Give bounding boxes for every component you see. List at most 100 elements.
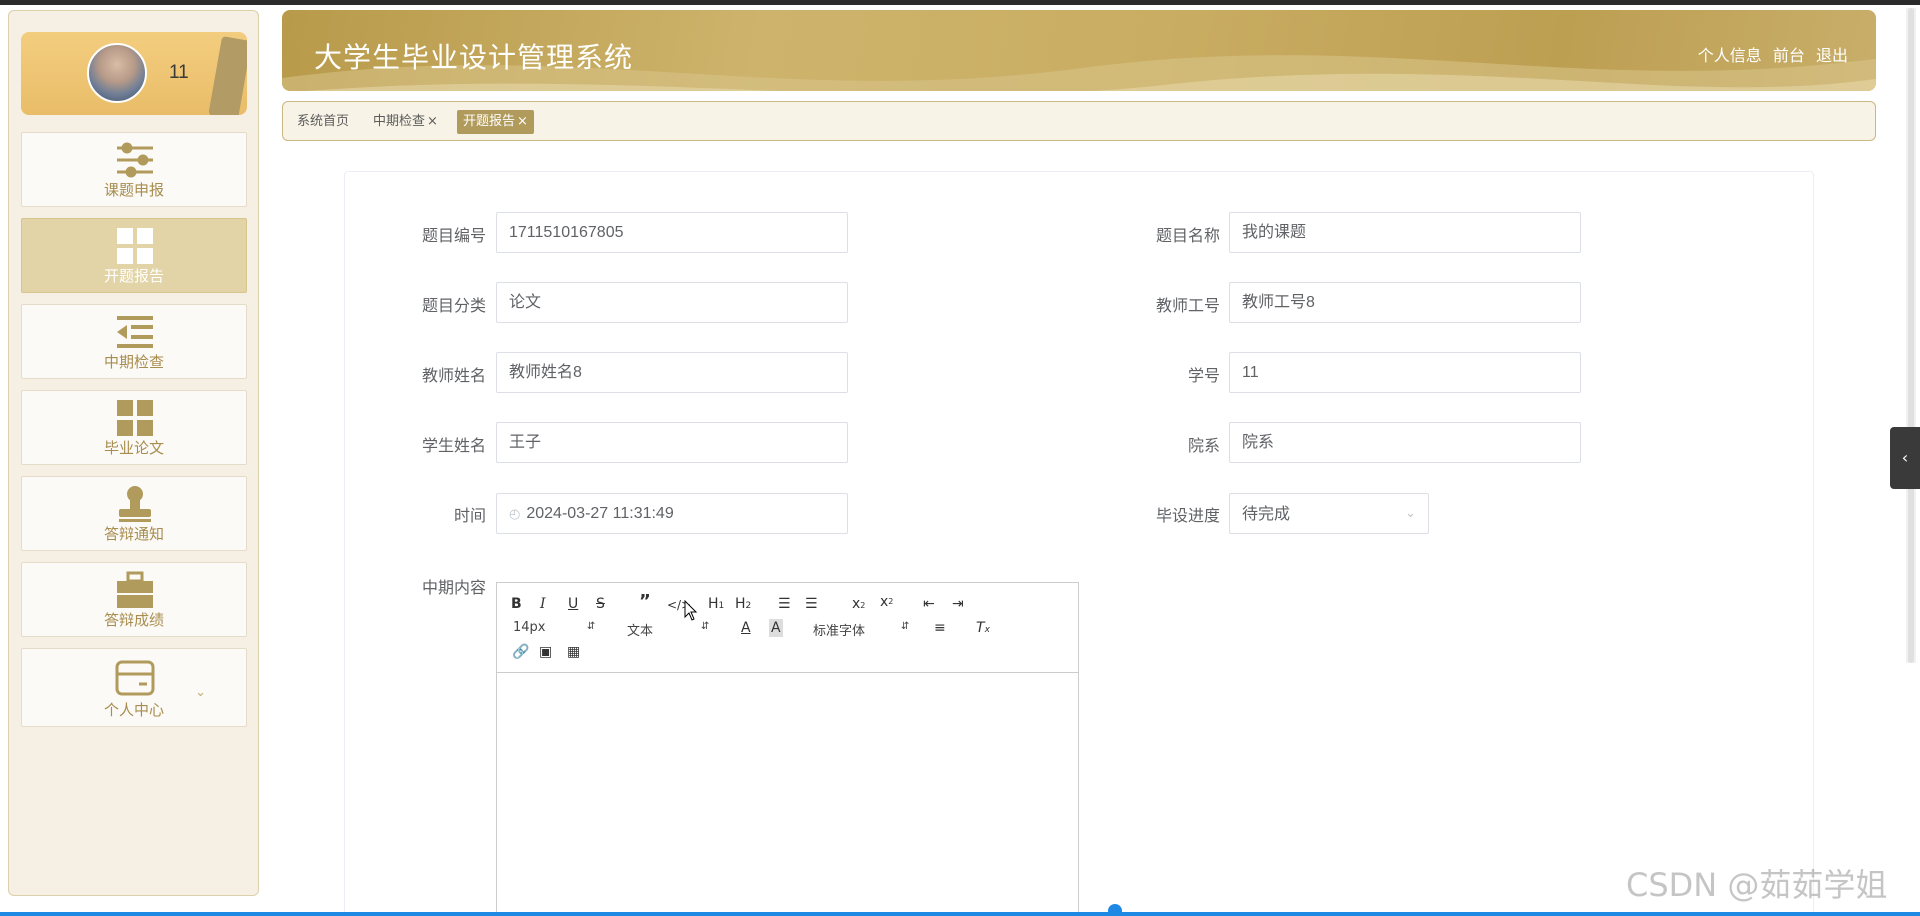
wallet-icon	[115, 660, 155, 696]
topic-no-field[interactable]: 1711510167805	[496, 212, 848, 253]
watermark: CSDN @茹茹学姐	[1626, 866, 1888, 904]
heading1-icon[interactable]: H1	[708, 595, 724, 615]
student-no-field[interactable]: 11	[1229, 352, 1581, 393]
department-label: 院系	[1187, 436, 1220, 455]
logout-link[interactable]: 退出	[1816, 46, 1848, 65]
sidebar-item-thesis[interactable]: 毕业论文	[21, 390, 247, 465]
sidebar-item-label: 个人中心	[103, 701, 164, 719]
chevron-down-icon: ⌄	[1405, 506, 1416, 521]
font-family-value: 标准字体	[813, 624, 866, 639]
sidebar-item-label: 答辩成绩	[103, 611, 164, 629]
indent-icon[interactable]: ⇥	[952, 595, 964, 613]
sidebar-item-topic-apply[interactable]: 课题申报	[21, 132, 247, 207]
briefcase-icon	[117, 571, 153, 608]
chevron-down-icon[interactable]: ⌄	[195, 685, 206, 700]
page-scrollbar[interactable]	[1906, 8, 1916, 663]
progress-select[interactable]: 待完成 ⌄	[1229, 493, 1429, 534]
user-name: 11	[169, 62, 189, 83]
sidebar-item-label: 毕业论文	[103, 439, 164, 457]
stamp-icon	[119, 486, 151, 522]
teacher-no-field[interactable]: 教师工号8	[1229, 282, 1581, 323]
bullet-list-icon[interactable]: ☰	[805, 595, 818, 613]
topic-type-field[interactable]: 论文	[496, 282, 848, 323]
select-arrows-icon: ⇵	[701, 621, 710, 632]
sidebar-item-defense-notice[interactable]: 答辩通知	[21, 476, 247, 551]
avatar[interactable]	[87, 43, 147, 103]
student-no-label: 学号	[1187, 366, 1220, 385]
editor-toolbar: B I U S ” </> H1 H2 ☰ ☰ x2 x2 ⇤ ⇥ 14px ⇵…	[497, 583, 1078, 673]
tab-midterm-check[interactable]: 中期检查 ×	[367, 110, 444, 134]
video-icon[interactable]: ▦	[567, 643, 580, 661]
outdent-icon[interactable]: ⇤	[923, 595, 935, 613]
topic-no-label: 题目编号	[421, 226, 486, 245]
sidebar-item-personal-center[interactable]: ⌄ 个人中心	[21, 648, 247, 727]
font-size-value: 14px	[513, 620, 546, 635]
align-icon[interactable]: ≡	[934, 619, 946, 637]
topic-name-label: 题目名称	[1155, 226, 1220, 245]
app-title: 大学生毕业设计管理系统	[314, 41, 634, 74]
tab-label: 中期检查	[373, 114, 426, 129]
sidebar-item-label: 答辩通知	[103, 525, 164, 543]
rich-text-editor: B I U S ” </> H1 H2 ☰ ☰ x2 x2 ⇤ ⇥ 14px ⇵…	[496, 582, 1079, 916]
frontend-link[interactable]: 前台	[1773, 46, 1805, 65]
topic-name-field[interactable]: 我的课题	[1229, 212, 1581, 253]
bold-icon[interactable]: B	[511, 595, 522, 613]
mouse-cursor-icon	[684, 600, 698, 621]
clock-icon: ◴	[509, 506, 521, 521]
ordered-list-icon[interactable]: ☰	[778, 595, 791, 613]
user-card: 11	[21, 32, 247, 115]
progress-value: 待完成	[1242, 504, 1291, 523]
image-icon[interactable]: ▣	[539, 643, 552, 661]
superscript-icon[interactable]: x2	[880, 593, 893, 611]
sidebar: 11 课题申报 开题报告 中期检查 毕业论文 答辩通知 答辩成绩 ⌄ 个人中心	[8, 10, 259, 896]
sidebar-item-label: 课题申报	[103, 181, 164, 199]
sliders-icon	[117, 142, 153, 178]
sidebar-item-label: 中期检查	[103, 353, 164, 371]
time-label: 时间	[453, 506, 486, 525]
tab-label: 开题报告	[463, 114, 516, 129]
sidebar-item-label: 开题报告	[103, 267, 164, 285]
sidebar-item-defense-score[interactable]: 答辩成绩	[21, 562, 247, 637]
header-select[interactable]: 文本 ⇵	[627, 620, 713, 639]
profile-link[interactable]: 个人信息	[1698, 46, 1762, 65]
underline-icon[interactable]: U	[568, 595, 578, 613]
time-field[interactable]: ◴ 2024-03-27 11:31:49	[496, 493, 848, 534]
close-icon[interactable]: ×	[517, 114, 528, 129]
select-arrows-icon: ⇵	[901, 621, 910, 632]
tab-label: 系统首页	[297, 114, 350, 129]
teacher-name-field[interactable]: 教师姓名8	[496, 352, 848, 393]
tab-home[interactable]: 系统首页	[291, 110, 355, 134]
indent-list-icon	[117, 316, 153, 348]
teacher-name-label: 教师姓名	[421, 366, 486, 385]
sidebar-item-opening-report[interactable]: 开题报告	[21, 218, 247, 293]
user-card-decoration	[208, 36, 247, 115]
blockquote-icon[interactable]: ”	[639, 593, 651, 611]
tabs-bar: 系统首页 中期检查 × 开题报告 ×	[282, 101, 1876, 141]
topic-type-label: 题目分类	[421, 296, 486, 315]
drawer-toggle[interactable]: ‹	[1890, 427, 1920, 489]
student-name-label: 学生姓名	[421, 436, 486, 455]
clear-format-icon[interactable]: Tx	[976, 619, 990, 639]
close-icon[interactable]: ×	[427, 114, 438, 129]
background-color-icon[interactable]: A	[769, 619, 783, 637]
sidebar-item-midterm-check[interactable]: 中期检查	[21, 304, 247, 379]
header-value: 文本	[627, 624, 654, 639]
font-color-icon[interactable]: A	[741, 619, 751, 637]
strike-icon[interactable]: S	[596, 595, 605, 613]
font-size-select[interactable]: 14px ⇵	[513, 620, 599, 635]
subscript-icon[interactable]: x2	[852, 595, 865, 615]
student-name-field[interactable]: 王子	[496, 422, 848, 463]
italic-icon[interactable]: I	[540, 595, 546, 613]
grid-icon	[117, 400, 153, 436]
select-arrows-icon: ⇵	[587, 621, 596, 632]
heading2-icon[interactable]: H2	[735, 595, 751, 615]
link-icon[interactable]: 🔗	[512, 643, 529, 661]
tab-opening-report[interactable]: 开题报告 ×	[457, 110, 534, 134]
bottom-bar	[0, 912, 1920, 916]
editor-content[interactable]	[497, 674, 1078, 916]
page-header: 大学生毕业设计管理系统 个人信息 前台 退出	[282, 10, 1876, 91]
content-label: 中期内容	[421, 578, 486, 597]
scrollbar-thumb[interactable]	[1908, 8, 1914, 663]
department-field[interactable]: 院系	[1229, 422, 1581, 463]
font-family-select[interactable]: 标准字体 ⇵	[813, 620, 913, 639]
